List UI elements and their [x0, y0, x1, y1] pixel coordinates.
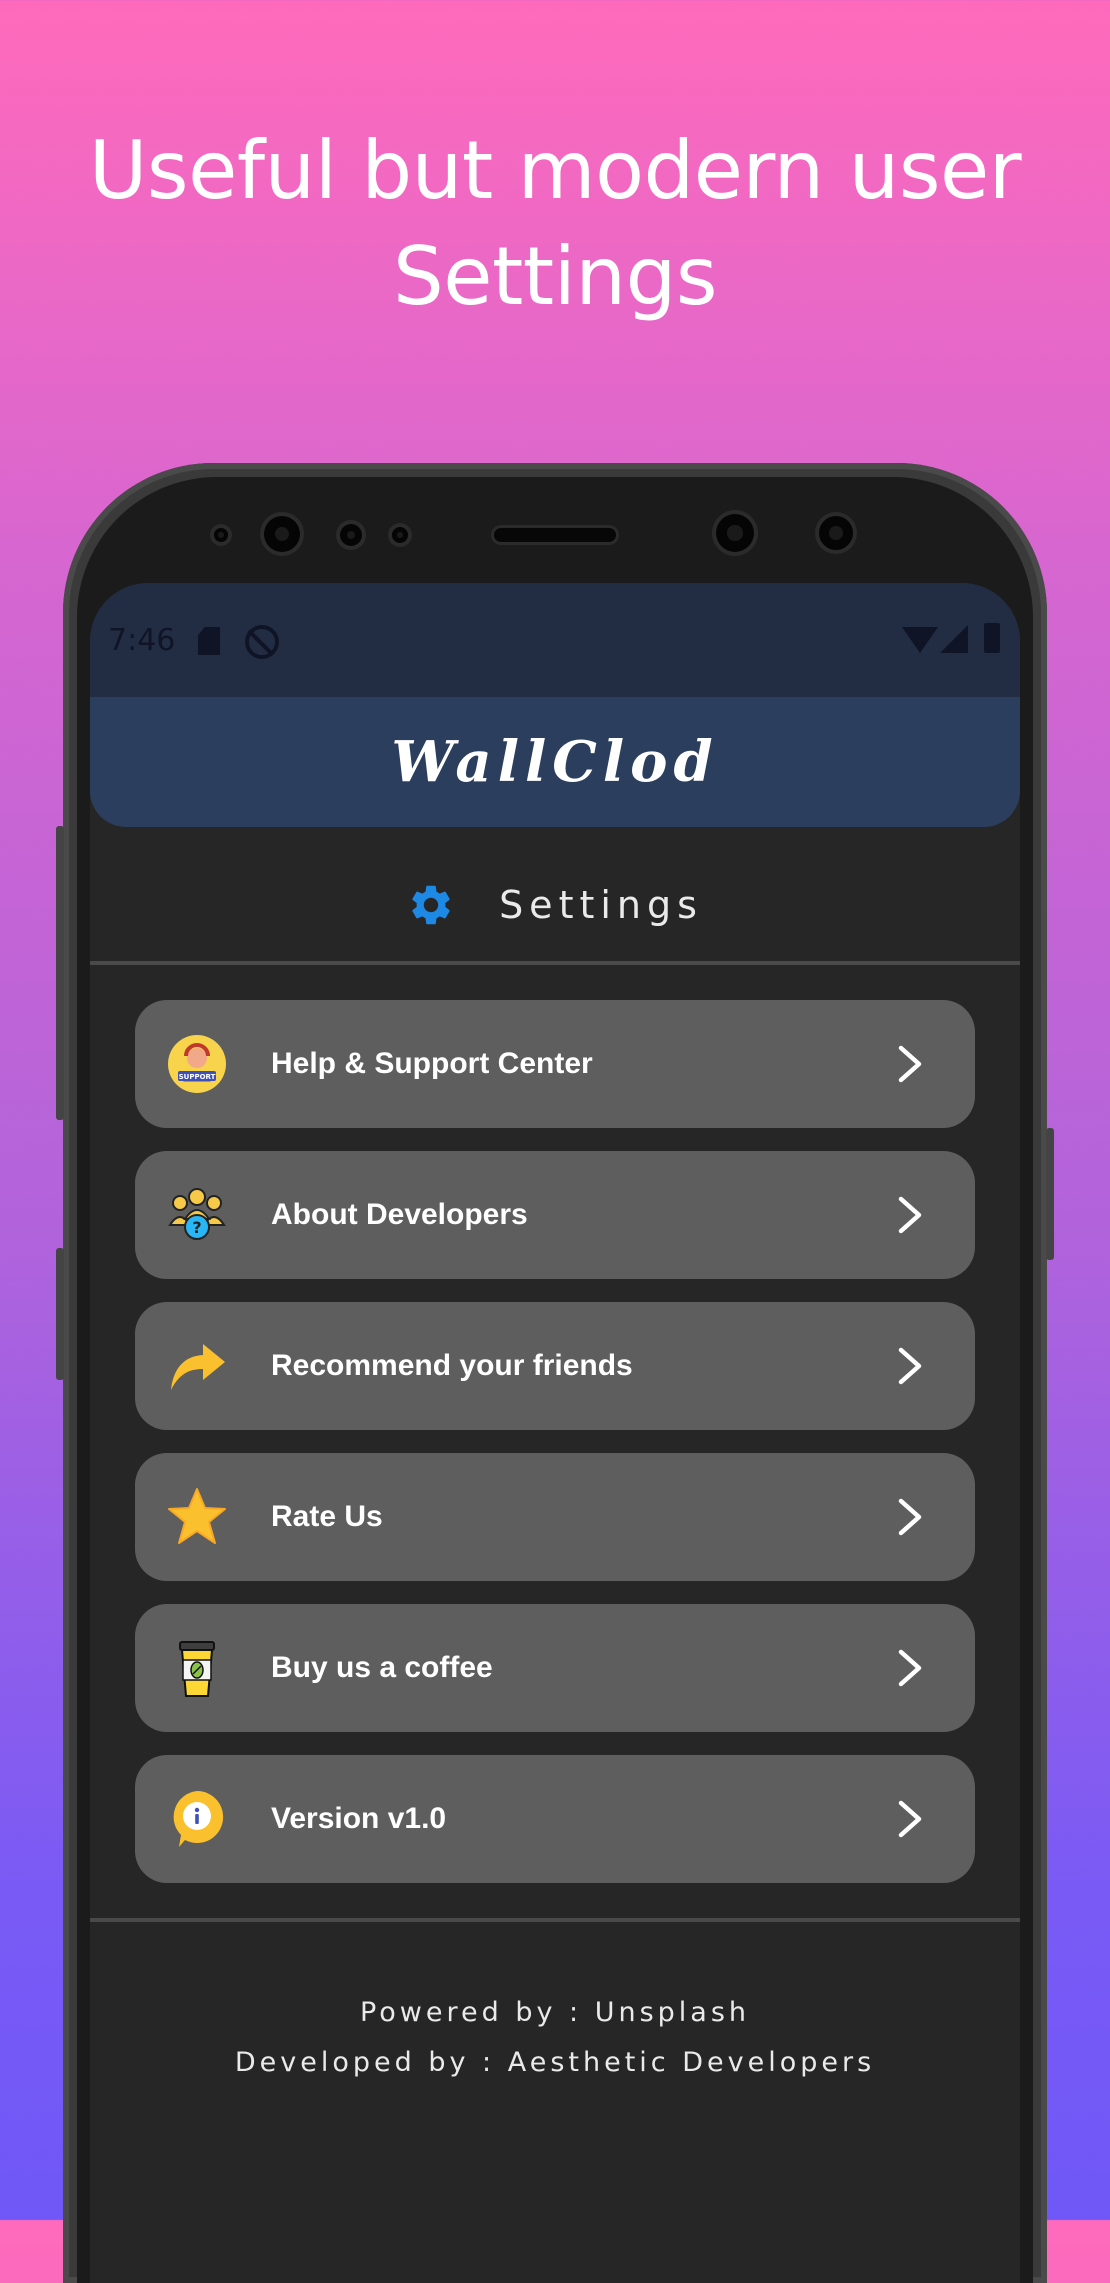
status-bar: 7:46 — [90, 583, 1020, 697]
signal-icon — [940, 625, 968, 653]
phone-camera — [716, 514, 754, 552]
promo-headline-line1: Useful but modern user — [88, 124, 1022, 217]
divider — [90, 1918, 1020, 1922]
status-time: 7:46 — [108, 623, 176, 658]
phone-sensor — [340, 524, 362, 546]
star-icon — [167, 1487, 227, 1547]
promo-headline: Useful but modern user Settings — [0, 118, 1110, 330]
chevron-right-icon — [889, 1346, 929, 1386]
wifi-icon — [902, 627, 938, 653]
chevron-right-icon — [889, 1497, 929, 1537]
app-screen: 7:46 WallClod Settings SUPPORT Help & Su… — [90, 583, 1020, 2283]
menu-item-label: Buy us a coffee — [271, 1651, 493, 1684]
settings-title: Settings — [499, 883, 703, 927]
svg-text:SUPPORT: SUPPORT — [179, 1073, 216, 1081]
app-bar: WallClod — [90, 697, 1020, 827]
menu-item-label: Help & Support Center — [271, 1047, 593, 1080]
settings-menu: SUPPORT Help & Support Center ? About De… — [135, 1000, 975, 1906]
app-title: WallClod — [391, 729, 719, 795]
phone-side-button — [56, 826, 64, 1120]
menu-item-label: Recommend your friends — [271, 1349, 633, 1382]
phone-side-button — [1046, 1128, 1054, 1260]
menu-item-rate-us[interactable]: Rate Us — [135, 1453, 975, 1581]
coffee-cup-icon — [167, 1638, 227, 1698]
info-icon — [167, 1789, 227, 1849]
powered-by-text: Powered by : Unsplash — [359, 1997, 751, 2028]
phone-camera — [264, 516, 300, 552]
settings-header: Settings — [90, 875, 1020, 935]
phone-sensor — [214, 528, 228, 542]
sd-card-icon — [198, 627, 220, 655]
battery-icon — [984, 623, 1000, 653]
sync-off-icon — [245, 625, 279, 659]
phone-camera — [819, 516, 853, 550]
chevron-right-icon — [889, 1044, 929, 1084]
phone-side-button — [56, 1248, 64, 1380]
menu-item-label: Version v1.0 — [271, 1802, 447, 1835]
menu-item-label: About Developers — [271, 1198, 528, 1231]
divider — [90, 961, 1020, 965]
menu-item-help-support[interactable]: SUPPORT Help & Support Center — [135, 1000, 975, 1128]
gear-icon — [407, 881, 455, 929]
footer: Powered by : Unsplash Developed by : Aes… — [90, 1988, 1020, 2088]
developers-group-icon: ? — [167, 1185, 227, 1245]
menu-item-about-developers[interactable]: ? About Developers — [135, 1151, 975, 1279]
svg-text:?: ? — [192, 1218, 201, 1237]
menu-item-label: Rate Us — [271, 1500, 383, 1533]
share-arrow-icon — [167, 1336, 227, 1396]
menu-item-buy-coffee[interactable]: Buy us a coffee — [135, 1604, 975, 1732]
support-agent-icon: SUPPORT — [167, 1034, 227, 1094]
chevron-right-icon — [889, 1799, 929, 1839]
promo-headline-line2: Settings — [392, 230, 718, 323]
phone-sensor — [392, 527, 408, 543]
developed-by-text: Developed by : Aesthetic Developers — [234, 2047, 876, 2078]
chevron-right-icon — [889, 1648, 929, 1688]
menu-item-version[interactable]: Version v1.0 — [135, 1755, 975, 1883]
menu-item-recommend-friends[interactable]: Recommend your friends — [135, 1302, 975, 1430]
phone-speaker — [494, 528, 616, 542]
chevron-right-icon — [889, 1195, 929, 1235]
